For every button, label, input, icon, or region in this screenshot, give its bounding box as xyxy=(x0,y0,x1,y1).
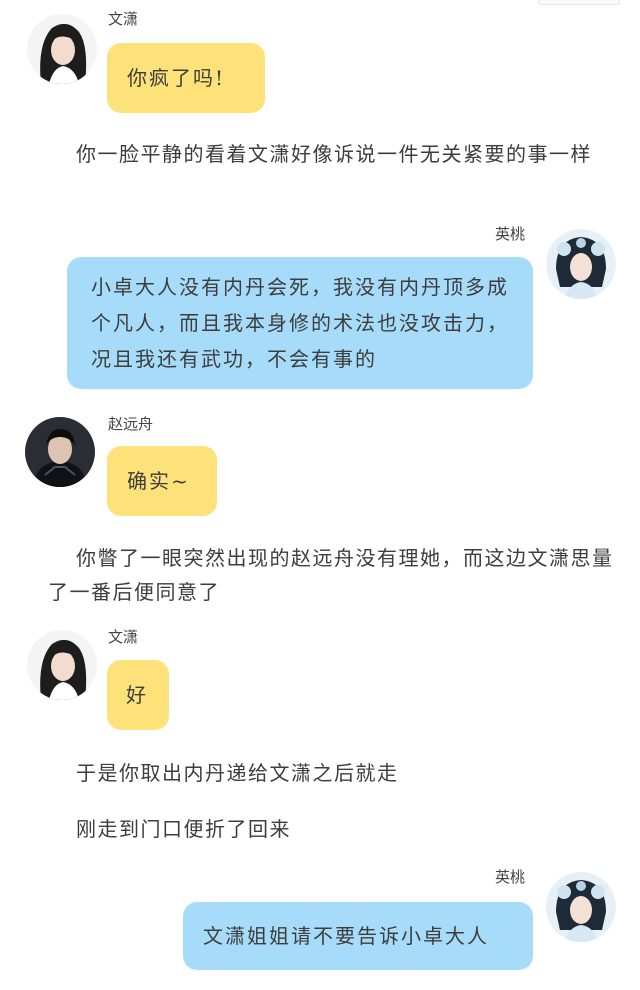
speaker-name: 英桃 xyxy=(495,868,526,886)
speaker-name: 文潇 xyxy=(108,10,139,28)
speaker-name: 赵远舟 xyxy=(108,415,154,433)
avatar-yingtao[interactable] xyxy=(546,872,616,942)
top-edge-tab xyxy=(538,0,620,5)
narration-text: 于是你取出内丹递给文潇之后就走 xyxy=(76,761,399,785)
chat-bubble[interactable]: 小卓大人没有内丹会死，我没有内丹顶多成个凡人，而且我本身修的术法也没攻击力，况且… xyxy=(67,257,533,389)
chat-bubble[interactable]: 你疯了吗! xyxy=(107,43,265,113)
narration-text: 刚走到门口便折了回来 xyxy=(76,817,291,841)
chat-bubble[interactable]: 好 xyxy=(107,660,169,730)
chat-bubble[interactable]: 文潇姐姐请不要告诉小卓大人 xyxy=(183,902,533,970)
narration-text: 你瞥了一眼突然出现的赵远舟没有理她，而这边文潇思量了一番后便同意了 xyxy=(48,546,614,604)
chat-bubble[interactable]: 确实~ xyxy=(107,446,217,516)
avatar-yingtao[interactable] xyxy=(546,229,616,299)
avatar-zhaoyuanzhou[interactable] xyxy=(25,417,95,487)
narration-text: 你一脸平静的看着文潇好像诉说一件无关紧要的事一样 xyxy=(76,142,592,166)
speaker-name: 英桃 xyxy=(495,225,526,243)
speaker-name: 文潇 xyxy=(108,628,139,646)
avatar-wenxiao[interactable] xyxy=(27,14,97,84)
avatar-wenxiao[interactable] xyxy=(27,630,97,700)
